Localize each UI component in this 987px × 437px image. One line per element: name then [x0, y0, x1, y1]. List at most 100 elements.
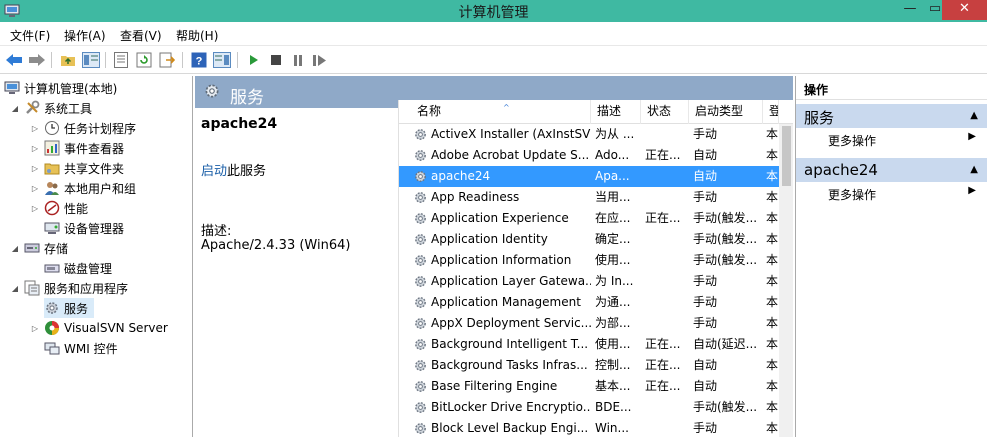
collapsed-arrow-icon[interactable]: ▷: [30, 184, 40, 193]
service-row[interactable]: Application Identity 确定... 手动(触发... 本: [399, 229, 779, 250]
start-service-icon[interactable]: [244, 50, 264, 70]
menu-action[interactable]: 操作(A): [64, 27, 106, 44]
service-logon: 本: [766, 190, 778, 204]
tree-node-storage[interactable]: ◢ 存储: [10, 238, 68, 258]
column-header-name[interactable]: 名称 ^: [411, 100, 591, 124]
service-status: [645, 187, 685, 208]
service-row[interactable]: Block Level Backup Engi... Win... 手动 本: [399, 418, 779, 437]
forward-icon[interactable]: [27, 50, 47, 70]
service-row[interactable]: AppX Deployment Servic... 为部... 手动 本: [399, 313, 779, 334]
collapsed-arrow-icon[interactable]: ▷: [30, 124, 40, 133]
more-actions-services[interactable]: 更多操作 ▶: [796, 128, 987, 150]
tree-node-device-manager[interactable]: 设备管理器: [44, 218, 124, 238]
pause-service-icon[interactable]: [288, 50, 308, 70]
service-description: Win...: [595, 421, 629, 435]
collapse-icon[interactable]: ▲: [970, 110, 978, 121]
tree-label: 事件查看器: [64, 141, 125, 156]
service-status: [645, 124, 685, 145]
device-manager-icon: [44, 222, 60, 234]
properties-icon[interactable]: [111, 50, 131, 70]
disk-icon: [44, 264, 60, 273]
back-icon[interactable]: [4, 50, 24, 70]
menu-file[interactable]: 文件(F): [10, 27, 50, 44]
service-row[interactable]: Background Intelligent T... 使用... 正在... 自动(…: [399, 334, 779, 355]
service-name-cell: Adobe Acrobat Update S...: [411, 145, 591, 166]
service-row[interactable]: BitLocker Drive Encryptio... BDE... 手动(触发.…: [399, 397, 779, 418]
menu-view[interactable]: 查看(V): [120, 27, 162, 44]
column-header-status[interactable]: 状态: [641, 100, 689, 124]
service-row[interactable]: Application Information 使用... 手动(触发... 本: [399, 250, 779, 271]
menu-help[interactable]: 帮助(H): [176, 27, 218, 44]
expanded-arrow-icon[interactable]: ◢: [10, 284, 20, 293]
service-status: 正在...: [645, 337, 681, 351]
computer-management-icon: [4, 81, 20, 94]
tree-node-local-users[interactable]: ▷ 本地用户和组: [30, 178, 136, 198]
show-hide-tree-icon[interactable]: [81, 50, 101, 70]
service-description: 在应...: [595, 211, 631, 225]
show-action-pane-icon[interactable]: [212, 50, 232, 70]
tree-node-shared-folders[interactable]: ▷ 共享文件夹: [30, 158, 124, 178]
service-name: apache24: [431, 169, 491, 183]
close-button[interactable]: ✕: [942, 0, 987, 20]
service-row[interactable]: Base Filtering Engine 基本... 正在... 自动 本: [399, 376, 779, 397]
tree-node-wmi[interactable]: WMI 控件: [44, 338, 118, 358]
up-folder-icon[interactable]: [58, 50, 78, 70]
service-name-cell: App Readiness: [411, 187, 591, 208]
minimize-button[interactable]: —: [895, 0, 925, 20]
service-row[interactable]: Adobe Acrobat Update S... Ado... 正在... 自动 本: [399, 145, 779, 166]
actions-section-apache24[interactable]: apache24 ▲: [796, 158, 987, 182]
help-icon[interactable]: ?: [189, 50, 209, 70]
collapse-icon[interactable]: ▲: [970, 164, 978, 175]
wmi-icon: [44, 342, 60, 355]
service-row[interactable]: App Readiness 当用... 手动 本: [399, 187, 779, 208]
service-name-cell: Application Information: [411, 250, 591, 271]
service-row[interactable]: Application Management 为通... 手动 本: [399, 292, 779, 313]
tree-node-services-apps[interactable]: ◢ 服务和应用程序: [10, 278, 128, 298]
service-name-cell: Application Experience: [411, 208, 591, 229]
service-row[interactable]: apache24 Apa... 自动 本: [399, 166, 779, 187]
service-startup-type: 手动: [693, 316, 718, 330]
collapsed-arrow-icon[interactable]: ▷: [30, 204, 40, 213]
scrollbar-thumb[interactable]: [782, 126, 791, 186]
tree-node-performance[interactable]: ▷ 性能: [30, 198, 88, 218]
column-header-startup-type[interactable]: 启动类型: [689, 100, 763, 124]
column-header-logon[interactable]: 登: [763, 100, 779, 124]
restart-service-icon[interactable]: [310, 50, 330, 70]
toolbar-separator: [237, 52, 238, 68]
collapsed-arrow-icon[interactable]: ▷: [30, 144, 40, 153]
tree-label: 共享文件夹: [64, 161, 125, 176]
service-row[interactable]: ActiveX Installer (AxInstSV) 为从 ... 手动 本: [399, 124, 779, 145]
export-list-icon[interactable]: [157, 50, 177, 70]
service-detail: apache24 启动此服务 描述: Apache/2.4.33 (Win64): [195, 108, 400, 437]
expanded-arrow-icon[interactable]: ◢: [10, 244, 20, 253]
service-description: 为从 ...: [595, 127, 635, 141]
tree-node-root[interactable]: 计算机管理(本地): [4, 78, 117, 98]
stop-service-icon[interactable]: [266, 50, 286, 70]
service-row[interactable]: Application Layer Gatewa... 为 In... 手动 本: [399, 271, 779, 292]
tree-node-system-tools[interactable]: ◢ 系统工具: [10, 98, 92, 118]
service-description: 为通...: [595, 295, 631, 309]
service-name: Application Experience: [431, 211, 569, 225]
tree-node-task-scheduler[interactable]: ▷ 任务计划程序: [30, 118, 136, 138]
tree-node-event-viewer[interactable]: ▷ 事件查看器: [30, 138, 124, 158]
service-row[interactable]: Application Experience 在应... 正在... 手动(触发...…: [399, 208, 779, 229]
vertical-scrollbar[interactable]: [779, 124, 793, 437]
column-header-description[interactable]: 描述: [591, 100, 641, 124]
actions-section-services[interactable]: 服务 ▲: [796, 104, 987, 128]
start-service-link[interactable]: 启动: [201, 164, 227, 179]
tree-node-visualsvn[interactable]: ▷ VisualSVN Server: [30, 318, 168, 338]
service-name-cell: Background Tasks Infras...: [411, 355, 591, 376]
service-startup-type: 手动: [693, 421, 718, 435]
section-label: apache24: [804, 161, 878, 179]
tree-node-services[interactable]: 服务: [44, 298, 95, 318]
expanded-arrow-icon[interactable]: ◢: [10, 104, 20, 113]
service-logon: 本: [766, 148, 778, 162]
service-row[interactable]: Background Tasks Infras... 控制... 正在... 自动 本: [399, 355, 779, 376]
service-logon: 本: [766, 379, 778, 393]
tree-label: VisualSVN Server: [64, 321, 168, 335]
more-actions-apache24[interactable]: 更多操作 ▶: [796, 182, 987, 204]
refresh-icon[interactable]: [134, 50, 154, 70]
tree-node-disk-management[interactable]: 磁盘管理: [44, 258, 112, 278]
collapsed-arrow-icon[interactable]: ▷: [30, 164, 40, 173]
collapsed-arrow-icon[interactable]: ▷: [30, 324, 40, 333]
